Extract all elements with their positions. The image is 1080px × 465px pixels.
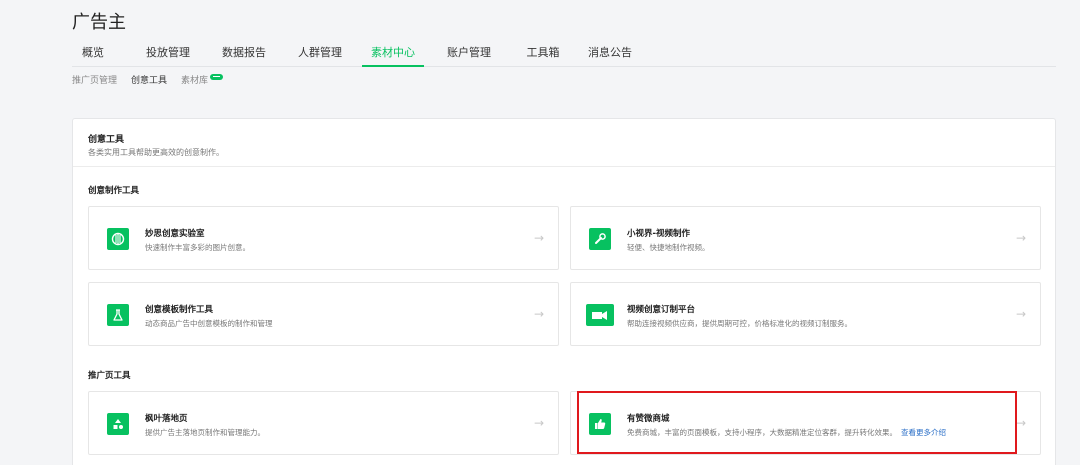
tool-card-name: 小视界-视频制作 bbox=[627, 229, 691, 239]
arrow-right-icon: → bbox=[1015, 416, 1026, 430]
tab-data-reports[interactable]: 数据报告 bbox=[206, 44, 282, 67]
tool-card-maple-landing-page[interactable]: 枫叶落地页 提供广告主落地页制作和管理能力。 → bbox=[88, 391, 559, 455]
tool-card-name: 枫叶落地页 bbox=[145, 414, 188, 424]
panel-description: 各类实用工具帮助更高效的创意制作。 bbox=[88, 148, 224, 157]
thumbs-up-icon bbox=[589, 413, 611, 435]
arrow-right-icon: → bbox=[533, 307, 544, 321]
subtab-creative-tools[interactable]: 创意工具 bbox=[131, 73, 167, 86]
tab-audience-management[interactable]: 人群管理 bbox=[282, 44, 358, 67]
top-bar: 广告主 概览 投放管理 数据报告 人群管理 素材中心 账户管理 工具箱 消息公告… bbox=[0, 0, 1080, 100]
tool-card-desc-text: 免费商城，丰富的页面模板，支持小程序，大数据精准定位客群，提升转化效果。 bbox=[627, 428, 897, 437]
tool-card-desc: 帮助连接视频供应商，提供周期可控，价格标准化的视频订制服务。 bbox=[627, 319, 852, 328]
sub-nav: 推广页管理 创意工具 素材库 bbox=[72, 73, 237, 86]
arrow-right-icon: → bbox=[1015, 307, 1026, 321]
creative-tools-panel: 创意工具 各类实用工具帮助更高效的创意制作。 创意制作工具 妙思创意实验室 快速… bbox=[72, 118, 1056, 465]
learn-more-link[interactable]: 查看更多介绍 bbox=[901, 428, 946, 437]
camera-handshake-icon bbox=[586, 304, 614, 326]
section-title-creative-production: 创意制作工具 bbox=[88, 186, 140, 196]
shapes-icon bbox=[107, 413, 129, 435]
arrow-right-icon: → bbox=[533, 231, 544, 245]
tool-card-video-maker[interactable]: 小视界-视频制作 轻便、快捷地制作视频。 → bbox=[570, 206, 1041, 270]
flask-icon bbox=[107, 304, 129, 326]
tab-announcements[interactable]: 消息公告 bbox=[577, 44, 643, 67]
arrow-right-icon: → bbox=[533, 416, 544, 430]
tool-card-desc: 提供广告主落地页制作和管理能力。 bbox=[145, 428, 265, 437]
tool-card-miaosi-lab[interactable]: 妙思创意实验室 快速制作丰富多彩的图片创意。 → bbox=[88, 206, 559, 270]
tool-card-video-custom-platform[interactable]: 视频创意订制平台 帮助连接视频供应商，提供周期可控，价格标准化的视频订制服务。 … bbox=[570, 282, 1041, 346]
tool-card-youzan-mall[interactable]: 有赞微商城 免费商城，丰富的页面模板，支持小程序，大数据精准定位客群，提升转化效… bbox=[570, 391, 1041, 455]
subtab-asset-library-label: 素材库 bbox=[181, 76, 209, 86]
tool-card-desc: 轻便、快捷地制作视频。 bbox=[627, 243, 710, 252]
tool-card-desc: 免费商城，丰富的页面模板，支持小程序，大数据精准定位客群，提升转化效果。 查看更多… bbox=[627, 427, 946, 438]
new-badge-icon bbox=[210, 74, 224, 80]
tool-card-name: 有赞微商城 bbox=[627, 414, 670, 424]
subtab-landing-page-management[interactable]: 推广页管理 bbox=[72, 73, 117, 86]
tab-campaign-management[interactable]: 投放管理 bbox=[130, 44, 206, 67]
tab-overview[interactable]: 概览 bbox=[82, 44, 130, 67]
tool-card-name: 创意模板制作工具 bbox=[145, 305, 214, 315]
aperture-icon bbox=[107, 228, 129, 250]
section-title-landing-page-tools: 推广页工具 bbox=[88, 371, 131, 381]
tool-card-template-maker[interactable]: 创意模板制作工具 动态商品广告中创意模板的制作和管理 → bbox=[88, 282, 559, 346]
wrench-icon bbox=[589, 228, 611, 250]
tool-card-desc: 快速制作丰富多彩的图片创意。 bbox=[145, 243, 250, 252]
page-title: 广告主 bbox=[72, 12, 126, 33]
panel-title: 创意工具 bbox=[88, 135, 125, 145]
tab-account-management[interactable]: 账户管理 bbox=[429, 44, 509, 67]
tab-toolbox[interactable]: 工具箱 bbox=[509, 44, 577, 67]
main-nav: 概览 投放管理 数据报告 人群管理 素材中心 账户管理 工具箱 消息公告 bbox=[72, 44, 1056, 67]
tool-card-desc: 动态商品广告中创意模板的制作和管理 bbox=[145, 319, 273, 328]
tool-card-name: 妙思创意实验室 bbox=[145, 229, 205, 239]
subtab-asset-library[interactable]: 素材库 bbox=[181, 73, 224, 86]
arrow-right-icon: → bbox=[1015, 231, 1026, 245]
tab-asset-center[interactable]: 素材中心 bbox=[362, 44, 424, 67]
panel-header: 创意工具 各类实用工具帮助更高效的创意制作。 bbox=[73, 119, 1055, 167]
tool-card-name: 视频创意订制平台 bbox=[627, 305, 696, 315]
